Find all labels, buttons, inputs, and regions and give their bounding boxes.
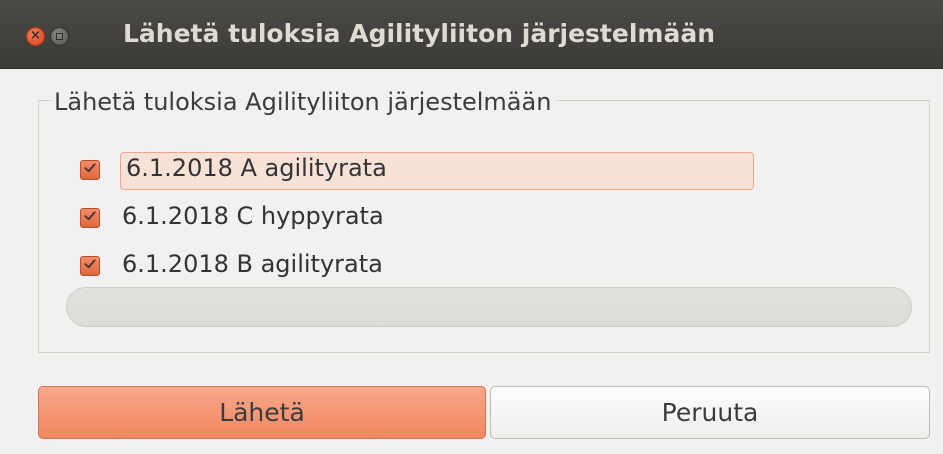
- course-3-label: 6.1.2018 B agilityrata: [122, 250, 383, 278]
- course-1-label: 6.1.2018 A agilityrata: [126, 154, 387, 182]
- course-2-label: 6.1.2018 C hyppyrata: [122, 202, 384, 230]
- minimize-window-button[interactable]: [50, 27, 69, 46]
- course-3-checkbox[interactable]: [80, 256, 100, 276]
- close-window-button[interactable]: ×: [26, 27, 45, 46]
- cancel-button[interactable]: Peruuta: [490, 386, 930, 439]
- close-icon: ×: [30, 28, 41, 43]
- course-2-checkbox[interactable]: [80, 208, 100, 228]
- title-bar: × Lähetä tuloksia Agilityliiton järjeste…: [0, 0, 943, 69]
- course-1-checkbox[interactable]: [80, 160, 100, 180]
- checkmark-icon: [84, 211, 96, 221]
- checkmark-icon: [84, 163, 96, 173]
- group-box-legend: Lähetä tuloksia Agilityliiton järjestelm…: [52, 88, 558, 116]
- upload-progress-bar: [66, 287, 912, 327]
- send-button[interactable]: Lähetä: [38, 386, 486, 439]
- window-title: Lähetä tuloksia Agilityliiton järjestelm…: [123, 19, 715, 48]
- dialog-window: × Lähetä tuloksia Agilityliiton järjeste…: [0, 0, 943, 454]
- checkmark-icon: [84, 259, 96, 269]
- minimize-icon: [56, 33, 63, 40]
